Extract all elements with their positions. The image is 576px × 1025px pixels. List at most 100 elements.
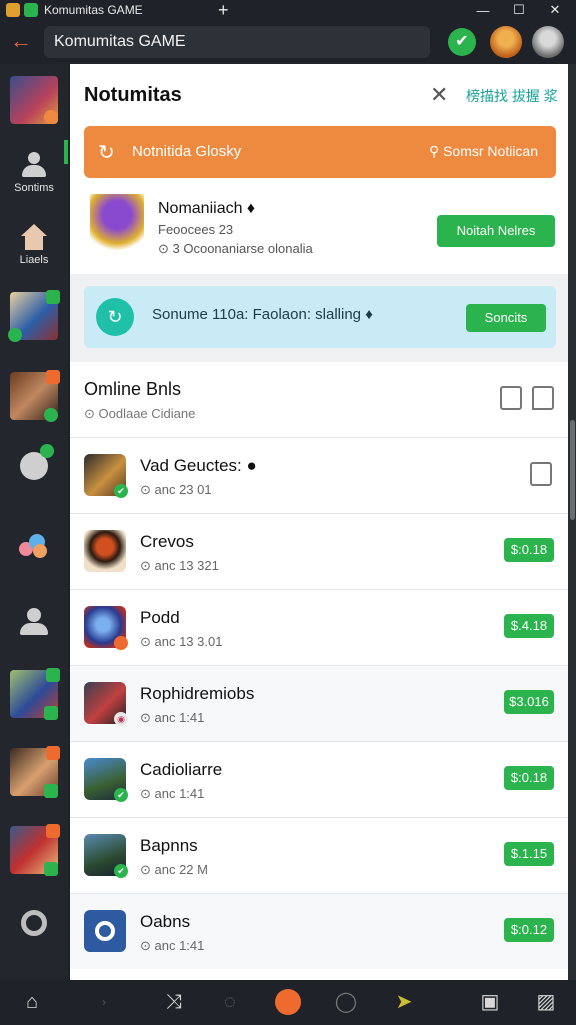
record-icon[interactable]: [272, 986, 304, 1018]
scrollbar[interactable]: [568, 64, 576, 980]
sidebar-item-label: Liaels: [19, 254, 49, 266]
status-badge-icon: [46, 290, 60, 304]
check-badge-icon: ✔: [114, 788, 128, 802]
close-icon[interactable]: ✕: [430, 82, 448, 108]
banner-text: Notnitida Glosky: [132, 143, 242, 160]
sidebar-game-6[interactable]: [0, 824, 68, 876]
list-item[interactable]: ◉ Rophidremiobs ⊙ anc 1:41 $3.016: [70, 665, 568, 741]
sidebar-game-1[interactable]: [0, 76, 68, 124]
notifications-panel: Notumitas ✕ 榜描找 拔握 浆 ↻ Notnitida Glosky …: [70, 64, 568, 980]
home-icon[interactable]: ⌂: [16, 986, 48, 1018]
scrollbar-thumb[interactable]: [570, 420, 575, 520]
price-button[interactable]: $:0.12: [504, 918, 554, 942]
list-item[interactable]: Crevos ⊙ anc 13 321 $:0.18: [70, 513, 568, 589]
featured-action-button[interactable]: Noitah Nelres: [437, 215, 555, 247]
list-item[interactable]: Podd ⊙ anc 13 3.01 $.4.18: [70, 589, 568, 665]
item-name: Bapnns: [140, 836, 198, 855]
send-icon[interactable]: ➤: [388, 986, 420, 1018]
status-badge-icon: [46, 746, 60, 760]
shuffle-icon[interactable]: ⤨: [158, 986, 190, 1018]
game-thumbnail: [8, 290, 60, 342]
sidebar-item-chat[interactable]: [0, 444, 68, 480]
document-icon[interactable]: [500, 386, 522, 410]
address-bar[interactable]: Komumitas GAME: [44, 26, 430, 58]
promo-text: Sonume 110a: Faolaon: slalling ♦: [152, 306, 373, 323]
maximize-button[interactable]: ☐: [502, 0, 536, 20]
banner-action[interactable]: ⚲ Somsr Notiican: [429, 143, 538, 160]
price-button[interactable]: $3.016: [504, 690, 554, 714]
document-icon[interactable]: [530, 462, 552, 486]
home-icon: [21, 224, 47, 250]
list-item[interactable]: ✔ Vad Geuctes: ● ⊙ anc 23 01: [70, 437, 568, 513]
list-item[interactable]: Oabns ⊙ anc 1:41 $:0.12: [70, 893, 568, 969]
sidebar-item-sontims[interactable]: Sontims: [0, 152, 68, 194]
comment-icon[interactable]: [532, 386, 554, 410]
sidebar-item-label: Sontims: [14, 182, 54, 194]
item-meta: ⊙ anc 1:41: [140, 786, 205, 801]
tab-favicon: [24, 3, 38, 17]
toolbar: ← Komumitas GAME ✔: [0, 20, 576, 64]
sidebar-game-4[interactable]: [0, 668, 68, 720]
page-title: Notumitas: [84, 84, 182, 106]
window-icon[interactable]: ▣: [474, 986, 506, 1018]
check-badge-icon: ✔: [114, 864, 128, 878]
list-item[interactable]: ✔ Bapnns ⊙ anc 22 M $.1.15: [70, 817, 568, 893]
item-meta: ⊙ anc 23 01: [140, 482, 212, 497]
person-icon: [22, 152, 46, 178]
sidebar-item-social[interactable]: [0, 534, 68, 560]
status-badge-icon: [40, 444, 54, 458]
promo-banner[interactable]: ↻ Sonume 110a: Faolaon: slalling ♦ Sonci…: [84, 286, 556, 348]
item-name: Vad Geuctes: ●: [140, 456, 257, 475]
image-icon[interactable]: ▨: [530, 986, 562, 1018]
status-badge-icon: [44, 706, 58, 720]
section-title: Omline Bnls: [84, 379, 182, 399]
minimize-button[interactable]: —: [466, 0, 500, 20]
price-button[interactable]: $.1.15: [504, 842, 554, 866]
price-button[interactable]: $.4.18: [504, 614, 554, 638]
status-badge-icon: [46, 824, 60, 838]
close-window-button[interactable]: ✕: [538, 0, 572, 20]
status-badge-icon: [8, 328, 22, 342]
sidebar-settings[interactable]: [0, 910, 68, 936]
status-badge-icon: ◉: [114, 712, 128, 726]
price-button[interactable]: $:0.18: [504, 538, 554, 562]
sidebar-item-liaels[interactable]: Liaels: [0, 224, 68, 266]
sidebar-item-profile[interactable]: [0, 608, 68, 636]
user-avatar[interactable]: [490, 26, 522, 58]
profile-avatar[interactable]: [532, 26, 564, 58]
item-meta: ⊙ anc 13 3.01: [140, 634, 223, 649]
chevron-icon[interactable]: ›: [88, 986, 120, 1018]
item-name: Oabns: [140, 912, 191, 931]
sidebar-game-2[interactable]: [0, 290, 68, 342]
sidebar-game-3[interactable]: [0, 370, 68, 422]
app-icon: [6, 3, 20, 17]
check-badge-icon: ✔: [114, 484, 128, 498]
game-thumbnail: [10, 76, 58, 124]
game-thumbnail: [10, 370, 60, 422]
sync-icon: ↻: [96, 298, 134, 336]
back-arrow-icon[interactable]: ←: [10, 30, 34, 54]
item-meta: ⊙ anc 22 M: [140, 862, 208, 877]
verified-check-icon[interactable]: ✔: [448, 28, 476, 56]
header-link[interactable]: 榜描找 拔握 浆: [466, 86, 558, 106]
game-thumbnail: [10, 746, 60, 798]
game-thumbnail: [10, 824, 60, 876]
app-icon: [84, 910, 126, 952]
sidebar: Sontims Liaels: [0, 64, 68, 980]
status-badge-icon: [44, 862, 58, 876]
featured-count: Feoocees 23: [158, 222, 234, 237]
sidebar-game-5[interactable]: [0, 746, 68, 798]
promo-button[interactable]: Soncits: [466, 304, 546, 332]
item-meta: ⊙ anc 1:41: [140, 710, 205, 725]
featured-info: ⊙ 3 Ocoonaniarse olonalia: [158, 241, 313, 256]
price-button[interactable]: $:0.18: [504, 766, 554, 790]
notification-badge-icon: [44, 110, 58, 124]
refresh-icon: ↻: [98, 142, 115, 164]
drop-icon[interactable]: ◌: [214, 986, 246, 1018]
tab-title[interactable]: Komumitas GAME: [44, 3, 194, 17]
notification-banner[interactable]: ↻ Notnitida Glosky ⚲ Somsr Notiican: [84, 126, 556, 178]
new-tab-button[interactable]: +: [218, 1, 229, 19]
item-name: Rophidremiobs: [140, 684, 255, 703]
list-item[interactable]: ✔ Cadioliarre ⊙ anc 1:41 $:0.18: [70, 741, 568, 817]
search-icon[interactable]: ◯: [330, 986, 362, 1018]
